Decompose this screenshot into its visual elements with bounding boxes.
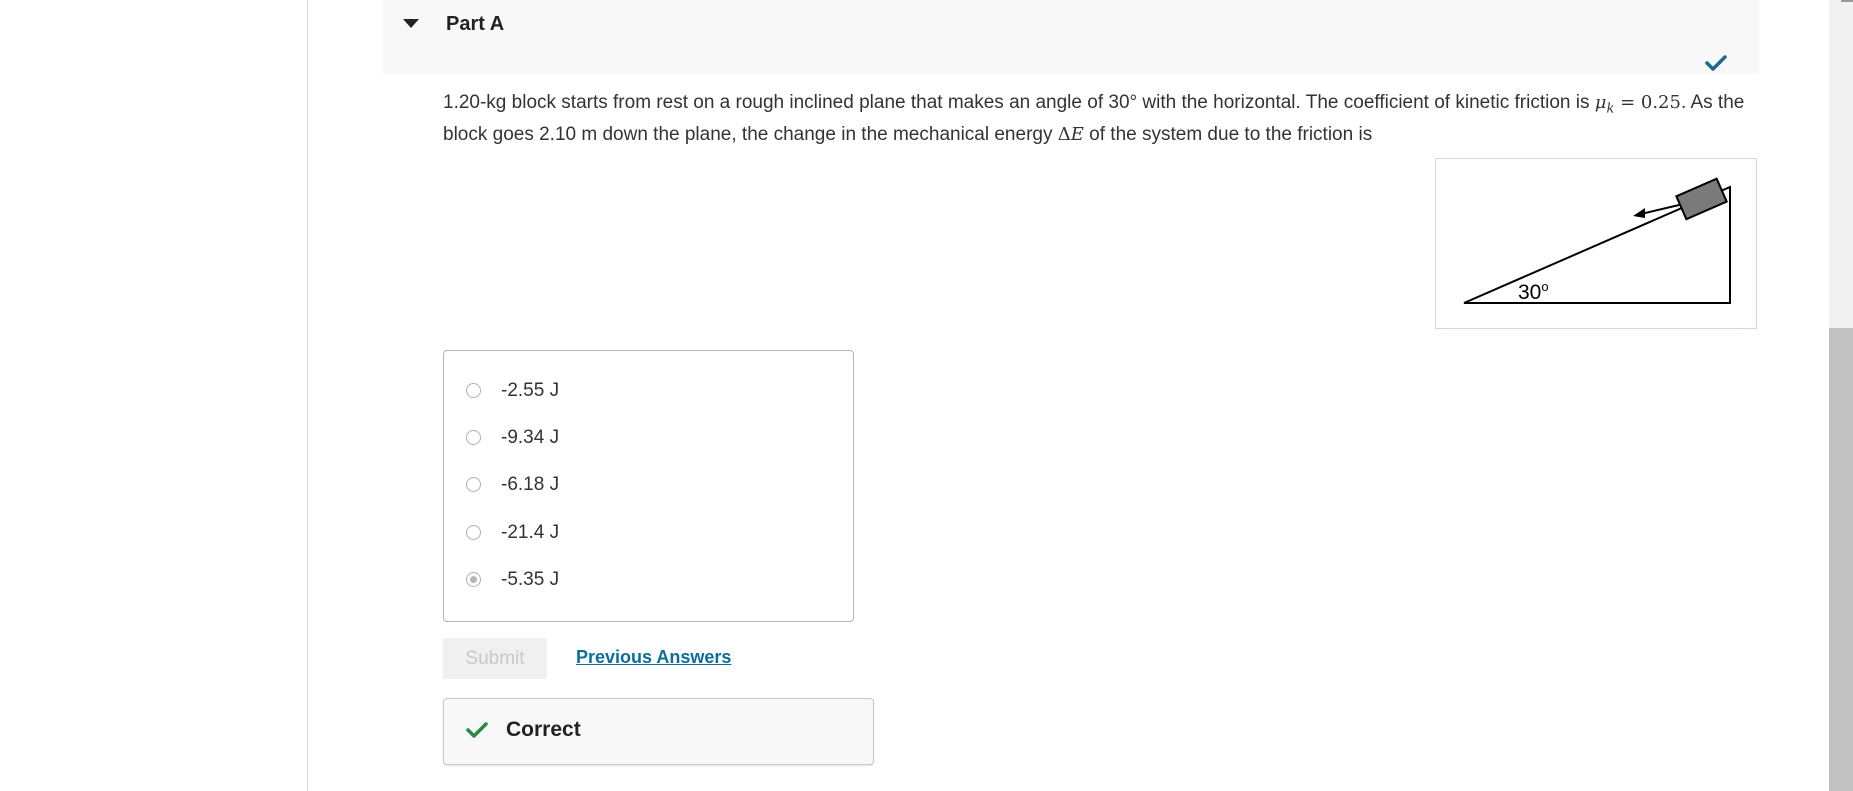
page-divider	[307, 0, 308, 791]
check-icon	[1705, 55, 1727, 71]
option-4[interactable]: -21.4 J	[466, 519, 836, 549]
radio-button-selected[interactable]	[466, 572, 481, 587]
arrow-head-icon	[1633, 208, 1645, 218]
part-header[interactable]	[383, 0, 1759, 74]
option-2[interactable]: -9.34 J	[466, 424, 836, 454]
option-5[interactable]: -5.35 J	[466, 566, 836, 596]
scrollbar-thumb[interactable]	[1829, 328, 1853, 791]
option-3[interactable]: -6.18 J	[466, 471, 836, 501]
previous-answers-link[interactable]: Previous Answers	[576, 647, 731, 668]
part-title: Part A	[446, 13, 505, 35]
radio-button[interactable]	[466, 525, 481, 540]
radio-button[interactable]	[466, 430, 481, 445]
inclined-plane-figure: 30o	[1435, 158, 1757, 329]
feedback-box: Correct	[443, 698, 874, 765]
answer-options: -2.55 J -9.34 J -6.18 J -21.4 J -5.35 J	[443, 350, 854, 622]
radio-button[interactable]	[466, 477, 481, 492]
block-icon	[1675, 177, 1728, 221]
collapse-caret-icon[interactable]	[403, 19, 419, 28]
mu-symbol: μk = 0.25	[1594, 92, 1681, 117]
question-text: 1.20-kg block starts from rest on a roug…	[443, 92, 1745, 145]
submit-button[interactable]: Submit	[443, 638, 547, 679]
option-1[interactable]: -2.55 J	[466, 377, 836, 407]
angle-label: 30o	[1518, 279, 1549, 304]
radio-button[interactable]	[466, 383, 481, 398]
feedback-label: Correct	[506, 718, 581, 741]
scrollbar-arrow-icon[interactable]	[1841, 0, 1853, 2]
correct-check-icon	[466, 722, 488, 738]
